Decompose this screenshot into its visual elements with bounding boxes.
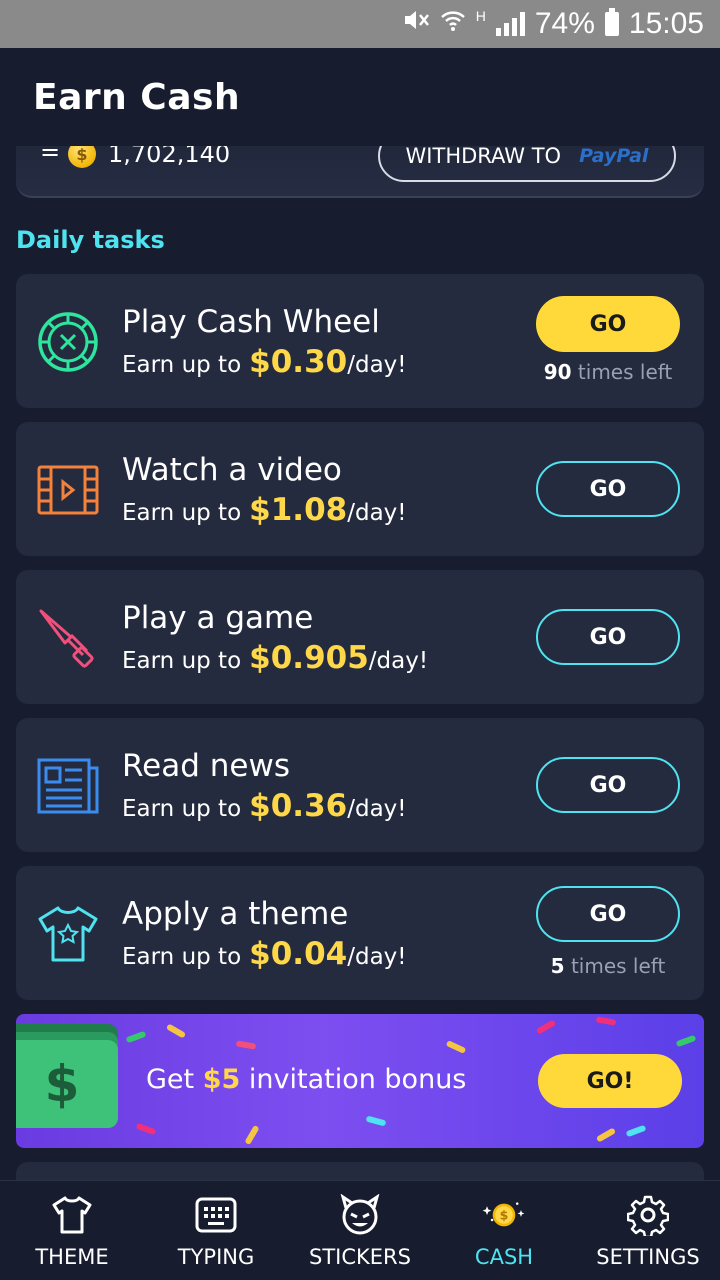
task-title: Watch a video	[122, 452, 342, 488]
task-card-apply-theme[interactable]: Apply a theme Earn up to $0.04/day! GO 5 …	[16, 866, 704, 1000]
task-title: Play Cash Wheel	[122, 304, 380, 340]
go-button[interactable]: GO	[536, 757, 680, 813]
paypal-logo: PayPal	[579, 145, 649, 167]
roulette-wheel-icon	[36, 310, 100, 374]
task-amount: $0.04	[249, 936, 348, 972]
nav-settings[interactable]: SETTINGS	[576, 1181, 720, 1280]
task-card-cash-wheel[interactable]: Play Cash Wheel Earn up to $0.30/day! GO …	[16, 274, 704, 408]
withdraw-label: WITHDRAW TO	[405, 144, 562, 168]
app-header: Earn Cash	[0, 48, 720, 146]
section-title-daily-tasks: Daily tasks	[16, 226, 165, 254]
nav-theme[interactable]: THEME	[0, 1181, 144, 1280]
nav-typing[interactable]: TYPING	[144, 1181, 288, 1280]
task-title: Read news	[122, 748, 290, 784]
task-earn-text: Earn up to $0.905/day!	[122, 640, 429, 676]
nav-label: TYPING	[177, 1245, 255, 1269]
task-title: Play a game	[122, 600, 314, 636]
coin-icon: $	[482, 1193, 526, 1237]
task-amount: $0.36	[249, 788, 348, 824]
network-type-label: H	[475, 8, 486, 24]
signal-icon	[495, 12, 525, 36]
nav-label: CASH	[474, 1245, 534, 1269]
nav-label: STICKERS	[309, 1245, 411, 1269]
tshirt-icon	[50, 1193, 94, 1237]
invite-bonus-banner[interactable]: $ Get $5 invitation bonus GO!	[16, 1014, 704, 1148]
task-card-watch-video[interactable]: Watch a video Earn up to $1.08/day! GO	[16, 422, 704, 556]
clock: 15:05	[628, 7, 704, 40]
invite-go-button[interactable]: GO!	[538, 1054, 682, 1108]
invite-bonus-text: Get $5 invitation bonus	[146, 1064, 467, 1095]
mute-icon	[402, 7, 430, 41]
status-bar: H 74% 15:05	[0, 0, 720, 48]
task-card-play-game[interactable]: Play a game Earn up to $0.905/day! GO	[16, 570, 704, 704]
task-card-read-news[interactable]: Read news Earn up to $0.36/day! GO	[16, 718, 704, 852]
page-title: Earn Cash	[33, 76, 241, 118]
go-button[interactable]: GO	[536, 461, 680, 517]
task-earn-text: Earn up to $0.30/day!	[122, 344, 407, 380]
nav-cash[interactable]: $ CASH	[432, 1181, 576, 1280]
times-left-label: 5 times left	[550, 954, 666, 978]
task-earn-text: Earn up to $0.36/day!	[122, 788, 407, 824]
task-title: Apply a theme	[122, 896, 349, 932]
keyboard-icon	[194, 1193, 238, 1237]
go-button[interactable]: GO	[536, 609, 680, 665]
task-amount: $1.08	[249, 492, 348, 528]
nav-label: THEME	[35, 1245, 109, 1269]
battery-percent: 74%	[534, 7, 595, 40]
devil-face-icon	[338, 1193, 382, 1237]
money-bill-icon: $	[16, 1040, 118, 1128]
wifi-icon	[440, 7, 466, 41]
film-strip-icon	[36, 458, 100, 522]
go-button[interactable]: GO	[536, 296, 680, 352]
task-amount: $0.30	[249, 344, 348, 380]
task-earn-text: Earn up to $1.08/day!	[122, 492, 407, 528]
times-left-label: 90 times left	[543, 360, 673, 384]
knife-icon	[36, 606, 100, 670]
task-amount: $0.905	[249, 640, 369, 676]
bottom-nav: THEME TYPING STICKERS $ CASH SETTINGS	[0, 1180, 720, 1280]
svg-text:$: $	[500, 1207, 509, 1222]
gear-icon	[626, 1193, 670, 1237]
tshirt-icon	[36, 902, 100, 966]
battery-icon	[604, 8, 619, 36]
newspaper-icon	[36, 754, 100, 818]
go-button[interactable]: GO	[536, 886, 680, 942]
nav-stickers[interactable]: STICKERS	[288, 1181, 432, 1280]
task-earn-text: Earn up to $0.04/day!	[122, 936, 407, 972]
nav-label: SETTINGS	[596, 1245, 700, 1269]
